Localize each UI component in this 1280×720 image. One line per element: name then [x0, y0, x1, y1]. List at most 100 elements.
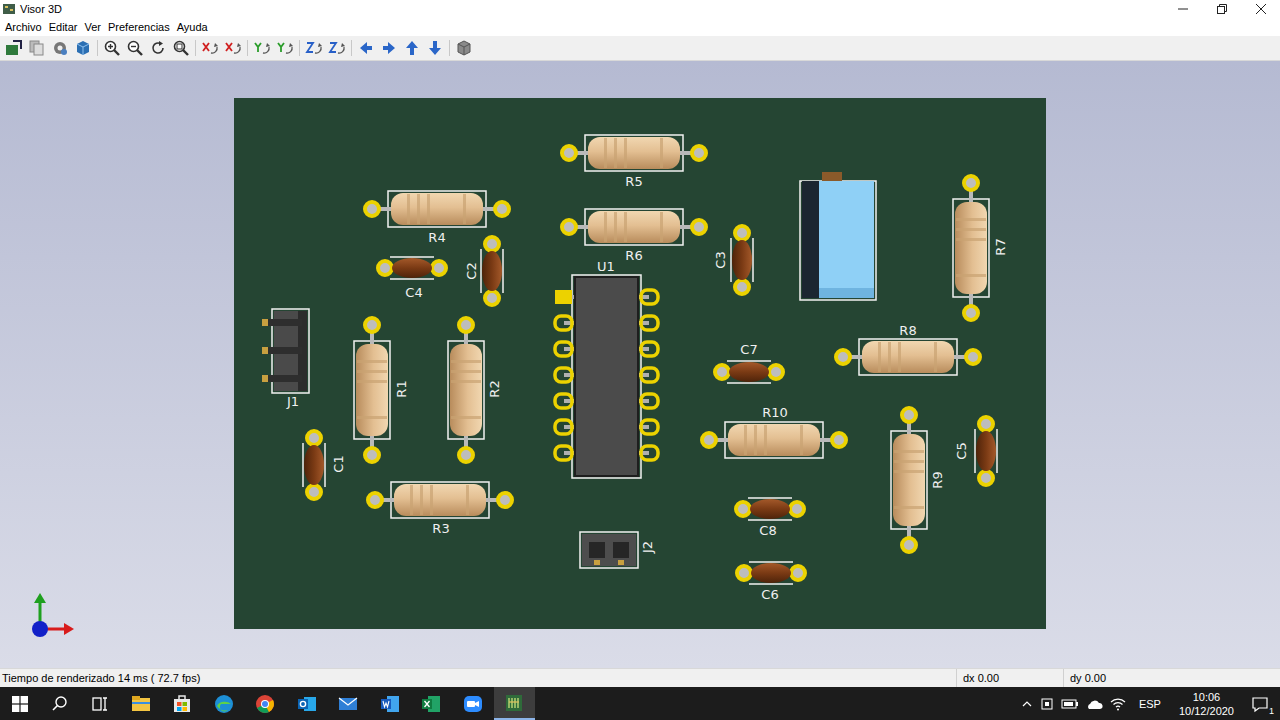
- reference-label: C3: [714, 251, 727, 268]
- explorer-icon: [130, 693, 152, 715]
- reference-label: R9: [931, 471, 944, 488]
- resistor[interactable]: [891, 408, 927, 552]
- maximize-button[interactable]: [1202, 0, 1241, 18]
- toolbar-button[interactable]: [403, 39, 421, 57]
- notification-center-button[interactable]: 1: [1246, 695, 1274, 713]
- menu-item[interactable]: Editar: [49, 21, 78, 33]
- search-button[interactable]: [40, 687, 80, 720]
- clock-time: 10:06: [1193, 690, 1221, 704]
- reference-label: R1: [395, 380, 408, 397]
- menu-item[interactable]: Preferencias: [108, 21, 170, 33]
- toolbar-button[interactable]: [305, 39, 323, 57]
- clock[interactable]: 10:06 10/12/2020: [1173, 690, 1240, 718]
- taskbar-app[interactable]: [162, 687, 204, 720]
- taskbar-app[interactable]: [452, 687, 494, 720]
- taskbar-app[interactable]: [328, 687, 370, 720]
- taskbar-app[interactable]: [286, 687, 328, 720]
- windows-logo-icon: [12, 696, 28, 712]
- onedrive-icon[interactable]: [1085, 696, 1103, 712]
- capacitor[interactable]: [715, 361, 783, 383]
- taskbar: ESP 10:06 10/12/2020 1: [0, 687, 1280, 720]
- toolbar-button[interactable]: [224, 39, 242, 57]
- capacitor[interactable]: [975, 417, 997, 485]
- close-icon: [1256, 4, 1266, 14]
- capacitor[interactable]: [731, 226, 753, 294]
- menu-item[interactable]: Archivo: [5, 21, 42, 33]
- trimmer-potentiometer[interactable]: [800, 172, 876, 300]
- input-language[interactable]: ESP: [1133, 698, 1167, 710]
- capacitor[interactable]: [378, 257, 446, 279]
- pcb-board[interactable]: R5R4R6C4C2U1C3R7J1R1R2R8C7R10C1R3C8J2R9C…: [234, 98, 1046, 629]
- toolbar-button[interactable]: [172, 39, 190, 57]
- resistor[interactable]: [953, 176, 989, 320]
- taskbar-app[interactable]: [245, 687, 287, 720]
- taskbar-app[interactable]: [411, 687, 453, 720]
- title-bar: Visor 3D: [0, 0, 1280, 18]
- resistor[interactable]: [836, 339, 980, 375]
- toolbar-button[interactable]: [328, 39, 346, 57]
- toolbar-separator: [247, 40, 248, 56]
- capacitor[interactable]: [481, 237, 503, 305]
- mail-icon: [337, 693, 359, 715]
- reference-label: J1: [287, 395, 299, 408]
- copy-icon: [28, 39, 46, 57]
- toolbar-button[interactable]: [253, 39, 271, 57]
- close-button[interactable]: [1241, 0, 1280, 18]
- resistor[interactable]: [354, 318, 390, 462]
- export-icon: [5, 39, 23, 57]
- toolbar-button[interactable]: [426, 39, 444, 57]
- minimize-icon: [1178, 4, 1188, 14]
- notification-count: 1: [1269, 707, 1274, 716]
- reference-label: R4: [428, 231, 445, 244]
- taskbar-app[interactable]: [494, 687, 536, 720]
- toolbar-button[interactable]: [51, 39, 69, 57]
- resistor[interactable]: [448, 318, 484, 462]
- toolbar-button[interactable]: [380, 39, 398, 57]
- resistor[interactable]: [702, 422, 846, 458]
- search-icon: [51, 695, 69, 713]
- menu-item[interactable]: Ver: [84, 21, 101, 33]
- toolbar-button[interactable]: [201, 39, 219, 57]
- capacitor[interactable]: [737, 562, 805, 584]
- minimize-button[interactable]: [1163, 0, 1202, 18]
- chevron-up-icon[interactable]: [1021, 698, 1033, 710]
- clock-date: 10/12/2020: [1179, 704, 1234, 718]
- resistor[interactable]: [562, 135, 706, 171]
- task-view-button[interactable]: [80, 687, 120, 720]
- resistor[interactable]: [365, 191, 509, 227]
- start-button[interactable]: [0, 687, 40, 720]
- toolbar-button[interactable]: [455, 39, 473, 57]
- toolbar-button[interactable]: [103, 39, 121, 57]
- toolbar-button[interactable]: [28, 39, 46, 57]
- restore-icon: [1217, 4, 1227, 14]
- reference-label: J2: [641, 541, 654, 553]
- wifi-icon[interactable]: [1109, 696, 1127, 712]
- zoom-icon: [462, 693, 484, 715]
- taskbar-app[interactable]: [203, 687, 245, 720]
- left-icon: [357, 39, 375, 57]
- toolbar-button[interactable]: [74, 39, 92, 57]
- render-time: Tiempo de renderizado 14 ms ( 72.7 fps): [0, 672, 956, 684]
- toolbar-button[interactable]: [357, 39, 375, 57]
- zoomin-icon: [103, 39, 121, 57]
- device-icon[interactable]: [1039, 696, 1055, 712]
- taskbar-app[interactable]: [369, 687, 411, 720]
- resistor[interactable]: [368, 482, 512, 518]
- reference-label: U1: [597, 260, 615, 273]
- taskbar-app[interactable]: [120, 687, 162, 720]
- battery-icon[interactable]: [1061, 696, 1079, 712]
- toolbar-button[interactable]: [5, 39, 23, 57]
- toolbar-button[interactable]: [276, 39, 294, 57]
- excel-icon: [420, 693, 442, 715]
- pin-header-3[interactable]: [262, 309, 309, 393]
- resistor[interactable]: [562, 209, 706, 245]
- dip-14-ic[interactable]: [555, 275, 658, 478]
- capacitor[interactable]: [303, 431, 325, 499]
- capacitor[interactable]: [736, 498, 804, 520]
- toolbar-button[interactable]: [149, 39, 167, 57]
- rotz2-icon: [328, 39, 346, 57]
- 3d-canvas[interactable]: R5R4R6C4C2U1C3R7J1R1R2R8C7R10C1R3C8J2R9C…: [0, 61, 1280, 668]
- pin-header-2[interactable]: [580, 532, 638, 568]
- toolbar-button[interactable]: [126, 39, 144, 57]
- menu-item[interactable]: Ayuda: [177, 21, 208, 33]
